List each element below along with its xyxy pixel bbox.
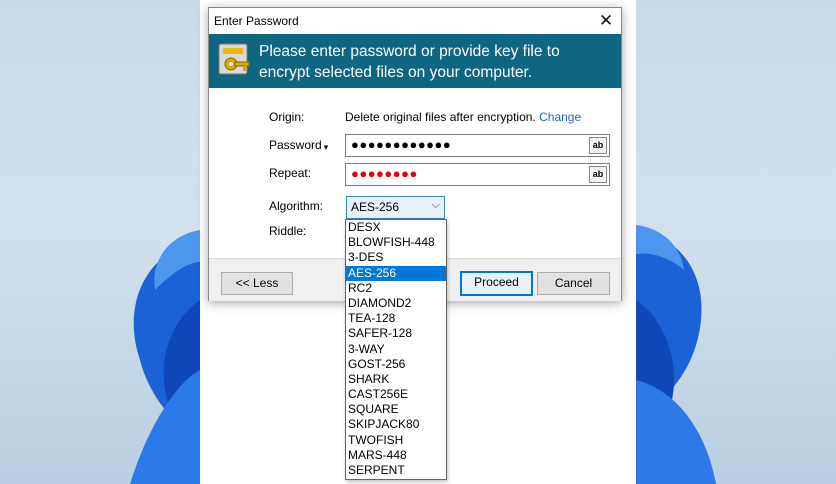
cancel-button[interactable]: Cancel [537, 272, 610, 295]
show-password-icon[interactable]: ab [589, 137, 607, 154]
repeat-field[interactable]: ●●●●●●●● ab [345, 163, 610, 186]
password-field[interactable]: ●●●●●●●●●●●● ab [345, 134, 610, 157]
banner-message: Please enter password or provide key fil… [259, 43, 560, 81]
less-button[interactable]: << Less [221, 272, 293, 295]
algorithm-option[interactable]: CAST256E [346, 387, 446, 402]
algorithm-dropdown-list[interactable]: DESX BLOWFISH-448 3-DES AES-256 RC2 DIAM… [345, 219, 447, 480]
algorithm-option[interactable]: 3-WAY [346, 342, 446, 357]
password-mask: ●●●●●●●●●●●● [351, 137, 452, 152]
riddle-label: Riddle: [269, 224, 307, 238]
close-icon[interactable]: ✕ [591, 8, 621, 34]
dialog-banner: Please enter password or provide key fil… [209, 34, 621, 88]
change-link[interactable]: Change [539, 110, 581, 124]
password-dropdown-icon[interactable]: ▼ [322, 143, 330, 152]
algorithm-selected-value: AES-256 [351, 200, 400, 214]
repeat-label: Repeat: [269, 166, 312, 180]
algorithm-option[interactable]: SHARK [346, 372, 446, 387]
algorithm-option[interactable]: SKIPJACK80 [346, 417, 446, 432]
dialog-titlebar[interactable]: Enter Password ✕ [209, 8, 621, 34]
password-label[interactable]: Password [269, 138, 322, 152]
algorithm-option[interactable]: DIAMOND2 [346, 296, 446, 311]
show-repeat-icon[interactable]: ab [589, 166, 607, 183]
algorithm-select[interactable]: AES-256 ⌵ [346, 196, 445, 219]
algorithm-option[interactable]: SERPENT [346, 463, 446, 478]
key-icon [218, 43, 250, 75]
algorithm-option-selected[interactable]: AES-256 [346, 265, 446, 281]
algorithm-option[interactable]: GOST-256 [346, 357, 446, 372]
algorithm-label: Algorithm: [269, 199, 324, 213]
origin-label: Origin: [269, 110, 305, 124]
algorithm-option[interactable]: MARS-448 [346, 448, 446, 463]
algorithm-option[interactable]: RC2 [346, 281, 446, 296]
proceed-button[interactable]: Proceed [460, 271, 533, 296]
algorithm-option[interactable]: BLOWFISH-448 [346, 235, 446, 250]
algorithm-option[interactable]: SAFER-128 [346, 326, 446, 341]
algorithm-option[interactable]: 3-DES [346, 250, 446, 265]
algorithm-option[interactable]: TWOFISH [346, 433, 446, 448]
algorithm-option[interactable]: TEA-128 [346, 311, 446, 326]
algorithm-option[interactable]: SQUARE [346, 402, 446, 417]
algorithm-option[interactable]: DESX [346, 220, 446, 235]
origin-text: Delete original files after encryption. [345, 110, 536, 124]
chevron-down-icon: ⌵ [431, 199, 440, 211]
desktop-wallpaper-right [636, 0, 836, 484]
origin-value: Delete original files after encryption. … [345, 110, 581, 124]
desktop-wallpaper-left [0, 0, 200, 484]
dialog-title: Enter Password [214, 14, 299, 28]
repeat-mask: ●●●●●●●● [351, 166, 418, 181]
